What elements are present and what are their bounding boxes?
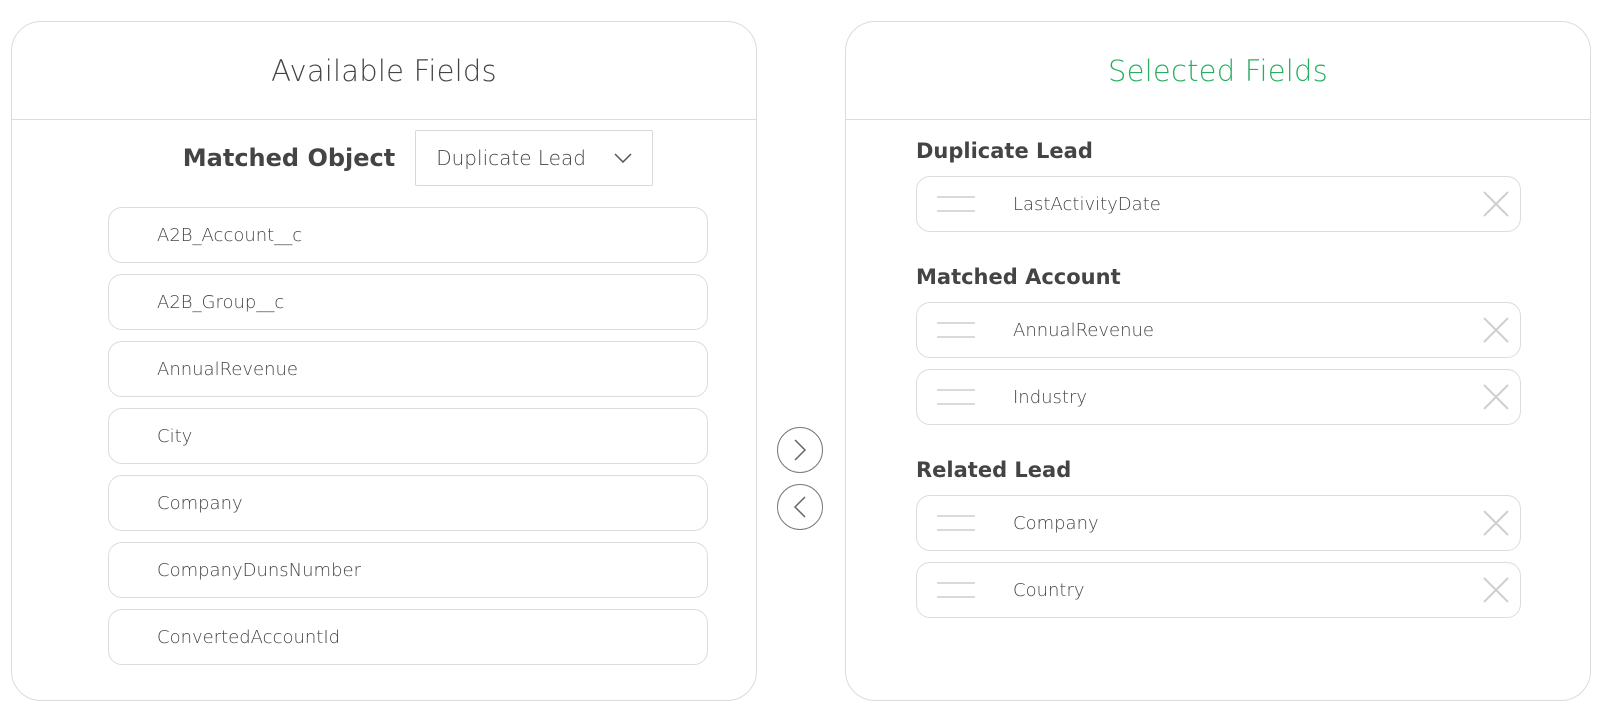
selected-field-item[interactable]: Company bbox=[916, 495, 1521, 551]
drag-handle-icon[interactable] bbox=[937, 322, 975, 338]
move-left-button[interactable] bbox=[777, 484, 823, 530]
move-right-button[interactable] bbox=[777, 427, 823, 473]
selected-fields-title: Selected Fields bbox=[846, 22, 1590, 120]
available-fields-panel: Available Fields Matched Object Duplicat… bbox=[11, 21, 757, 701]
available-fields-list: A2B_Account__c A2B_Group__c AnnualRevenu… bbox=[108, 207, 708, 676]
available-field-item[interactable]: A2B_Account__c bbox=[108, 207, 708, 263]
drag-handle-icon[interactable] bbox=[937, 196, 975, 212]
matched-object-value: Duplicate Lead bbox=[436, 146, 586, 170]
selected-field-item[interactable]: Industry bbox=[916, 369, 1521, 425]
group-title: Duplicate Lead bbox=[916, 139, 1093, 163]
drag-handle-icon[interactable] bbox=[937, 515, 975, 531]
matched-object-select[interactable]: Duplicate Lead bbox=[415, 130, 654, 186]
available-field-item[interactable]: ConvertedAccountId bbox=[108, 609, 708, 665]
available-field-label: A2B_Group__c bbox=[157, 291, 285, 313]
available-field-item[interactable]: A2B_Group__c bbox=[108, 274, 708, 330]
drag-handle-icon[interactable] bbox=[937, 582, 975, 598]
available-field-label: A2B_Account__c bbox=[157, 224, 303, 246]
available-field-label: City bbox=[157, 425, 193, 447]
drag-handle-icon[interactable] bbox=[937, 389, 975, 405]
matched-object-label: Matched Object bbox=[182, 144, 396, 172]
close-icon[interactable] bbox=[1482, 383, 1510, 411]
available-field-item[interactable]: AnnualRevenue bbox=[108, 341, 708, 397]
close-icon[interactable] bbox=[1482, 509, 1510, 537]
available-field-item[interactable]: Company bbox=[108, 475, 708, 531]
selected-field-item[interactable]: Country bbox=[916, 562, 1521, 618]
selected-field-label: Country bbox=[1013, 579, 1085, 601]
group-title: Related Lead bbox=[916, 458, 1072, 482]
chevron-left-icon bbox=[793, 496, 806, 518]
close-icon[interactable] bbox=[1482, 316, 1510, 344]
selected-field-label: Company bbox=[1013, 512, 1099, 534]
selected-field-label: Industry bbox=[1013, 386, 1088, 408]
selected-group-matched-account: Matched Account AnnualRevenue Industry bbox=[916, 260, 1521, 425]
available-fields-title: Available Fields bbox=[12, 22, 756, 120]
matched-object-row: Matched Object Duplicate Lead bbox=[12, 130, 756, 186]
selected-field-item[interactable]: AnnualRevenue bbox=[916, 302, 1521, 358]
available-field-label: ConvertedAccountId bbox=[157, 626, 341, 648]
selected-field-label: AnnualRevenue bbox=[1013, 319, 1154, 341]
close-icon[interactable] bbox=[1482, 190, 1510, 218]
chevron-down-icon bbox=[614, 153, 632, 163]
chevron-right-icon bbox=[794, 439, 807, 461]
available-field-item[interactable]: City bbox=[108, 408, 708, 464]
group-title: Matched Account bbox=[916, 265, 1121, 289]
selected-field-label: LastActivityDate bbox=[1013, 193, 1161, 215]
selected-group-duplicate-lead: Duplicate Lead LastActivityDate bbox=[916, 134, 1521, 232]
available-field-label: CompanyDunsNumber bbox=[157, 559, 361, 581]
available-field-item[interactable]: CompanyDunsNumber bbox=[108, 542, 708, 598]
selected-field-item[interactable]: LastActivityDate bbox=[916, 176, 1521, 232]
close-icon[interactable] bbox=[1482, 576, 1510, 604]
available-field-label: AnnualRevenue bbox=[157, 358, 298, 380]
available-field-label: Company bbox=[157, 492, 243, 514]
selected-fields-panel: Selected Fields Duplicate Lead LastActiv… bbox=[845, 21, 1591, 701]
selected-group-related-lead: Related Lead Company Country bbox=[916, 453, 1521, 618]
